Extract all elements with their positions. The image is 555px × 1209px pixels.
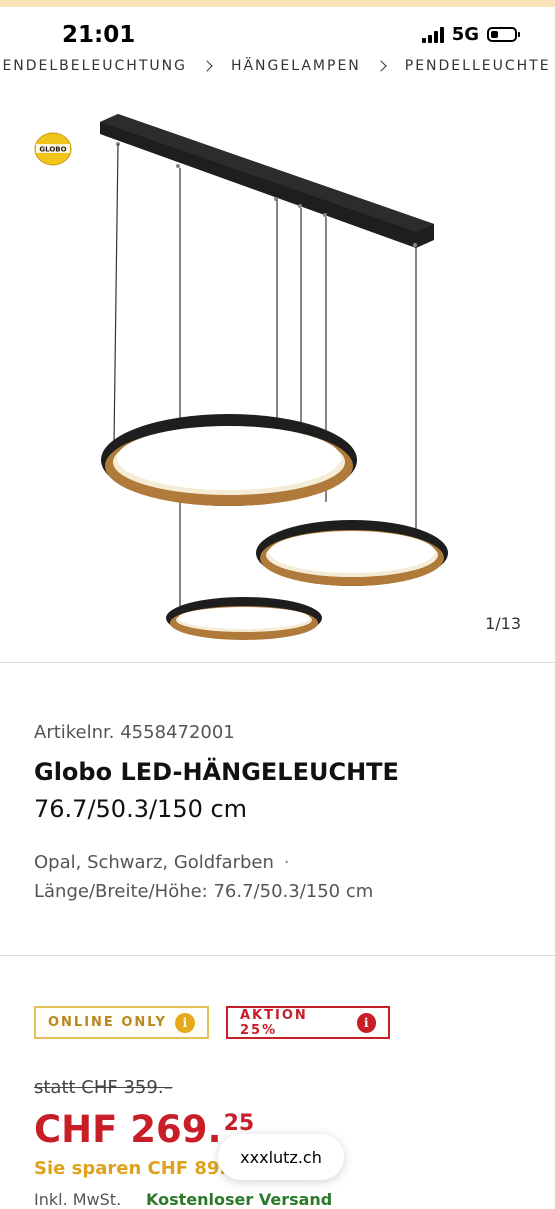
variant-text: Opal, Schwarz, Goldfarben ·	[34, 852, 290, 873]
action-label: AKTION 25%	[240, 1007, 308, 1038]
top-stripe	[0, 0, 555, 7]
online-only-badge[interactable]: ONLINE ONLY i	[34, 1006, 209, 1039]
old-price: statt CHF 359.–	[34, 1077, 173, 1098]
dimensions-text: Länge/Breite/Höhe: 76.7/50.3/150 cm	[34, 881, 374, 902]
action-badge[interactable]: AKTION 25% i	[226, 1006, 390, 1039]
product-subtitle: 76.7/50.3/150 cm	[34, 795, 248, 823]
battery-icon	[487, 27, 520, 42]
breadcrumb-item-pendelleuchte[interactable]: PENDELLEUCHTE	[405, 58, 551, 74]
status-indicators: 5G	[421, 24, 520, 45]
info-icon[interactable]: i	[356, 1012, 376, 1033]
variant-separator: ·	[283, 852, 290, 873]
variant-colors: Opal, Schwarz, Goldfarben	[34, 852, 274, 873]
globo-logo: GLOBO	[34, 132, 72, 166]
image-counter: 1/13	[485, 614, 521, 633]
svg-text:GLOBO: GLOBO	[39, 146, 66, 154]
product-title: Globo LED-HÄNGELEUCHTE	[34, 758, 399, 786]
breadcrumb-item-pendelbeleuchtung[interactable]: PENDELBELEUCHTUNG	[0, 58, 187, 74]
info-icon[interactable]: i	[174, 1012, 195, 1033]
divider	[0, 662, 555, 663]
chevron-right-icon	[375, 60, 387, 72]
divider	[0, 955, 555, 956]
status-time: 21:01	[62, 22, 136, 48]
price-cents: 25	[223, 1111, 255, 1136]
breadcrumb-item-haengelampen[interactable]: HÄNGELAMPEN	[231, 58, 361, 74]
chevron-right-icon	[201, 60, 213, 72]
url-text: xxxlutz.ch	[240, 1147, 322, 1167]
price-main: CHF 269.	[34, 1108, 222, 1151]
product-image	[100, 114, 448, 640]
breadcrumb: PENDELBELEUCHTUNG HÄNGELAMPEN PENDELLEUC…	[0, 58, 551, 74]
network-label: 5G	[451, 24, 479, 45]
browser-url-bar[interactable]: xxxlutz.ch	[218, 1134, 344, 1180]
product-image-gallery[interactable]: GLOBO 1/13	[0, 92, 555, 662]
signal-icon	[421, 26, 444, 43]
article-number: Artikelnr. 4558472001	[34, 722, 235, 743]
online-only-label: ONLINE ONLY	[48, 1015, 167, 1030]
